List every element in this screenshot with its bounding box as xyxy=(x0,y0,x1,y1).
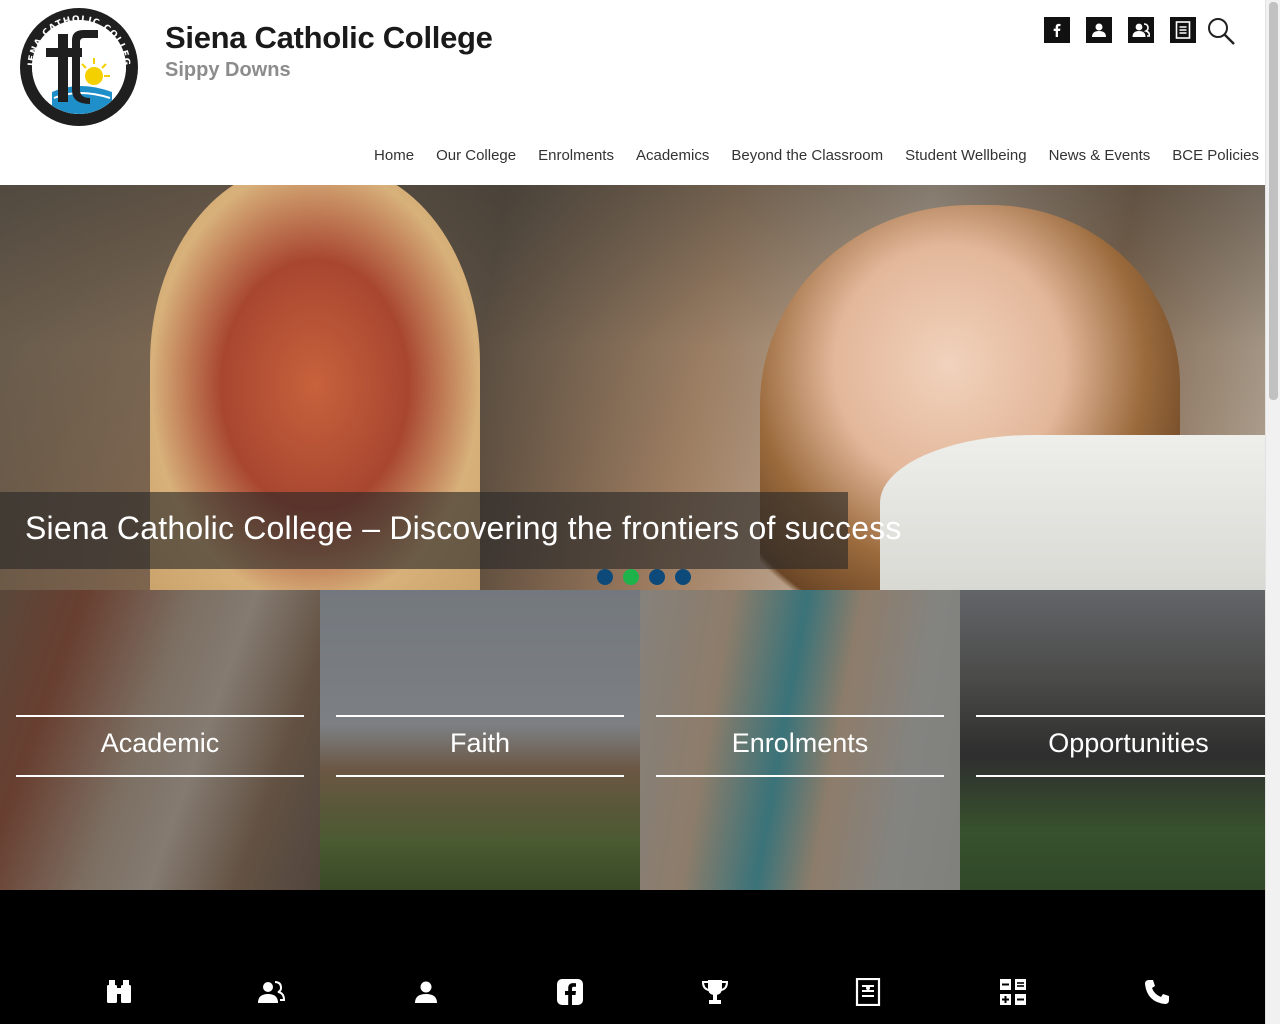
slider-dot-3[interactable] xyxy=(649,569,665,585)
nav-beyond-the-classroom[interactable]: Beyond the Classroom xyxy=(731,147,883,164)
nav-bce-policies[interactable]: BCE Policies xyxy=(1172,147,1259,164)
page-scrollbar[interactable] xyxy=(1265,0,1280,1024)
tile-label: Opportunities xyxy=(1048,728,1209,758)
nav-our-college[interactable]: Our College xyxy=(436,147,516,164)
hero-slider[interactable]: Siena Catholic College – Discovering the… xyxy=(0,185,1265,590)
tile-opportunities[interactable]: Opportunities xyxy=(960,590,1265,890)
user-icon[interactable] xyxy=(1086,17,1112,43)
tile-enrolments[interactable]: Enrolments xyxy=(640,590,960,890)
utility-icons xyxy=(1044,17,1196,43)
tile-divider xyxy=(976,715,1265,717)
nav-news-events[interactable]: News & Events xyxy=(1049,147,1151,164)
binoculars-icon[interactable] xyxy=(104,978,134,1006)
phone-icon[interactable] xyxy=(1142,978,1172,1006)
nav-enrolments[interactable]: Enrolments xyxy=(538,147,614,164)
slider-dot-1[interactable] xyxy=(597,569,613,585)
user-group-icon[interactable] xyxy=(256,978,286,1006)
nav-academics[interactable]: Academics xyxy=(636,147,709,164)
tile-label: Faith xyxy=(449,728,511,758)
document-icon[interactable] xyxy=(853,978,883,1006)
student-shirt-image xyxy=(880,435,1265,590)
nav-student-wellbeing[interactable]: Student Wellbeing xyxy=(905,147,1026,164)
tile-academic[interactable]: Academic xyxy=(0,590,320,890)
slider-dot-2[interactable] xyxy=(623,569,639,585)
tile-divider xyxy=(16,715,304,717)
slider-dot-4[interactable] xyxy=(675,569,691,585)
users-icon[interactable] xyxy=(1128,17,1154,43)
tile-divider xyxy=(656,775,944,777)
site-title[interactable]: Siena Catholic College xyxy=(165,20,493,56)
hero-caption-box: Siena Catholic College – Discovering the… xyxy=(0,492,901,569)
footer-quicklinks xyxy=(0,890,1265,1024)
tile-divider xyxy=(336,715,624,717)
nav-home[interactable]: Home xyxy=(374,147,414,164)
user-icon[interactable] xyxy=(411,978,441,1006)
scrollbar-thumb[interactable] xyxy=(1269,2,1278,400)
tile-divider xyxy=(656,715,944,717)
slider-dots xyxy=(597,569,691,585)
facebook-icon[interactable] xyxy=(1044,17,1070,43)
svg-text:SIENA CATHOLIC COLLEGE: SIENA CATHOLIC COLLEGE xyxy=(20,8,131,67)
tile-divider xyxy=(976,775,1265,777)
feature-tiles: Academic Faith Enrolments Opportunities xyxy=(0,590,1265,890)
facebook-icon[interactable] xyxy=(555,978,585,1006)
hero-caption: Siena Catholic College – Discovering the… xyxy=(25,510,902,546)
main-navigation: Home Our College Enrolments Academics Be… xyxy=(374,147,1259,164)
tile-faith[interactable]: Faith xyxy=(320,590,640,890)
site-header: SIENA CATHOLIC COLLEGE Siena Catholic Co… xyxy=(0,0,1265,185)
document-icon[interactable] xyxy=(1170,17,1196,43)
tile-label: Academic xyxy=(100,728,220,758)
calculator-icon[interactable] xyxy=(998,978,1028,1006)
college-logo[interactable]: SIENA CATHOLIC COLLEGE xyxy=(20,8,138,126)
tile-divider xyxy=(336,775,624,777)
tile-label: Enrolments xyxy=(731,728,869,758)
trophy-icon[interactable] xyxy=(700,978,730,1006)
search-icon[interactable] xyxy=(1206,16,1236,46)
site-subtitle: Sippy Downs xyxy=(165,59,291,81)
logo-ring-text: SIENA CATHOLIC COLLEGE xyxy=(20,8,131,67)
tile-divider xyxy=(16,775,304,777)
